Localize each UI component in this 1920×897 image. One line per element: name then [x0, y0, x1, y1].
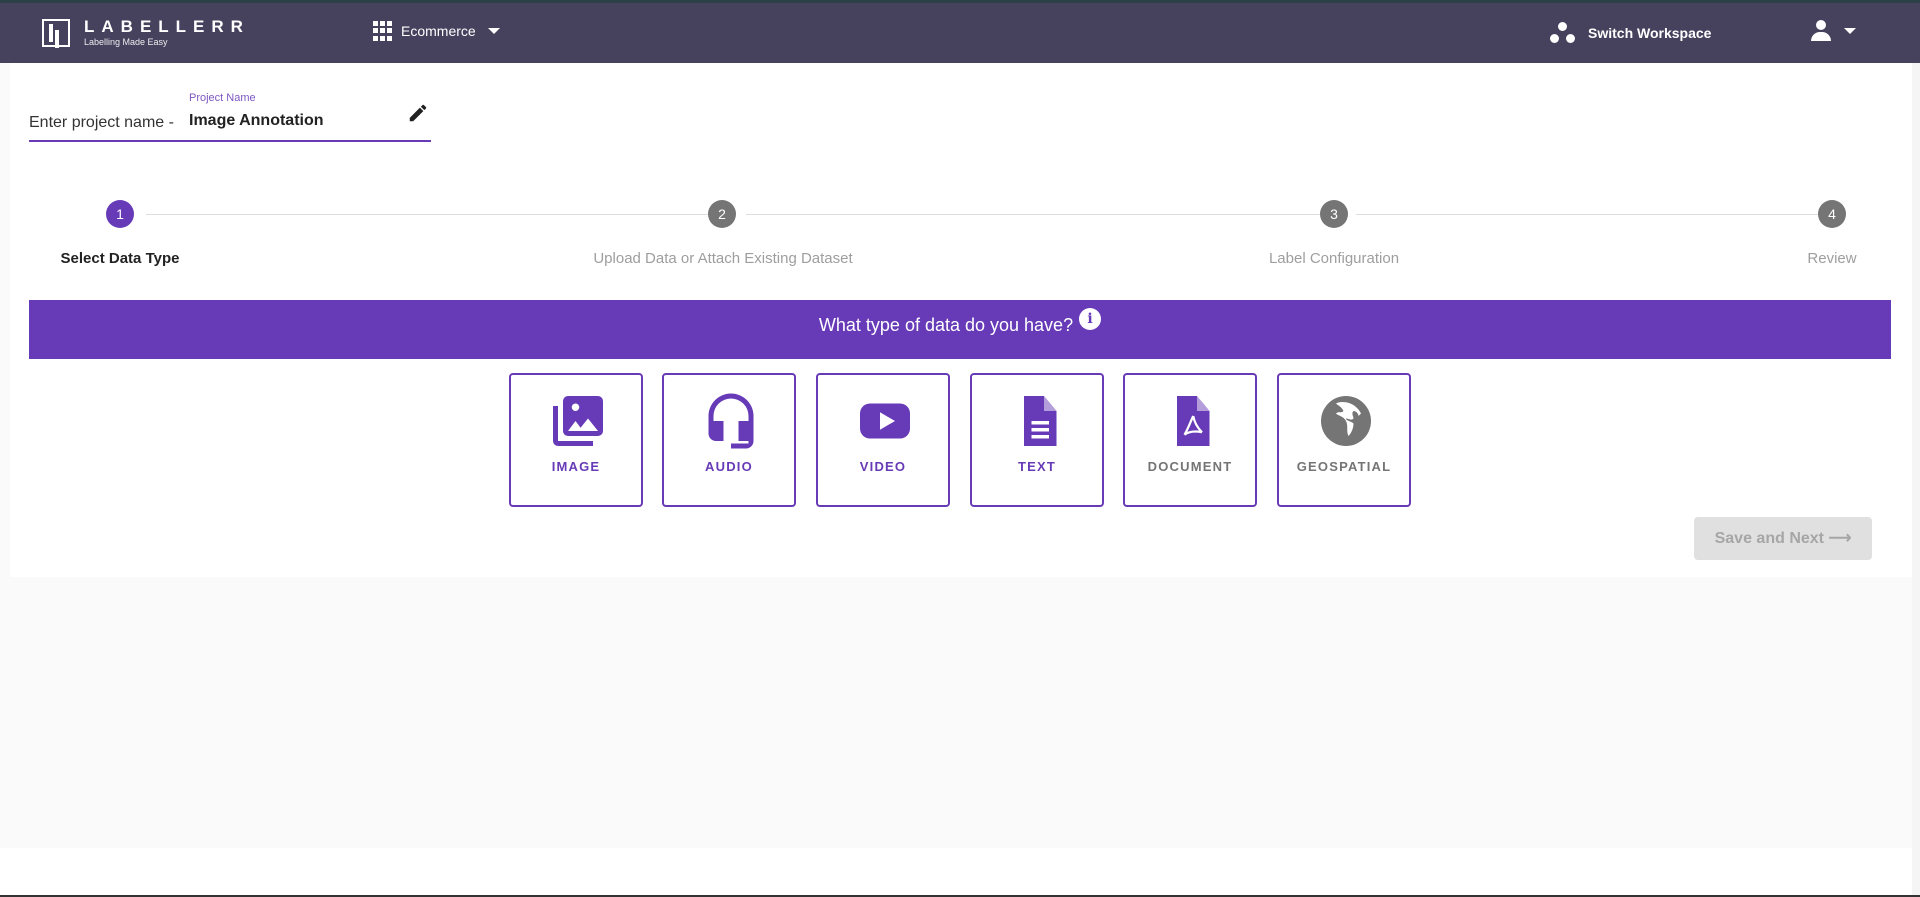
- project-name-field: Enter project name - Project Name: [29, 90, 431, 142]
- switch-workspace-button[interactable]: Switch Workspace: [1550, 22, 1711, 44]
- save-and-next-label: Save and Next: [1714, 530, 1824, 547]
- step-connector: [1356, 214, 1818, 215]
- step-2-label: Upload Data or Attach Existing Dataset: [593, 250, 853, 267]
- step-4-circle[interactable]: 4: [1818, 200, 1846, 228]
- globe-icon: [1321, 396, 1371, 446]
- text-file-icon: [1024, 396, 1057, 446]
- data-type-banner: What type of data do you have? i: [29, 300, 1891, 359]
- step-1-label: Select Data Type: [60, 250, 180, 267]
- data-type-label: IMAGE: [551, 459, 601, 474]
- data-type-video[interactable]: VIDEO: [816, 373, 950, 507]
- data-type-document[interactable]: DOCUMENT: [1123, 373, 1257, 507]
- switch-workspace-label: Switch Workspace: [1588, 25, 1712, 41]
- data-type-image[interactable]: IMAGE: [509, 373, 643, 507]
- play-video-icon: [860, 403, 910, 439]
- data-type-label: VIDEO: [859, 459, 907, 474]
- data-type-text[interactable]: TEXT: [970, 373, 1104, 507]
- workspace-name: Ecommerce: [401, 23, 476, 39]
- chevron-down-icon: [487, 28, 500, 34]
- logo-mark-icon: [42, 19, 70, 47]
- step-2-circle[interactable]: 2: [708, 200, 736, 228]
- data-type-label: DOCUMENT: [1147, 459, 1233, 474]
- step-3-circle[interactable]: 3: [1320, 200, 1348, 228]
- data-type-geospatial[interactable]: GEOSPATIAL: [1277, 373, 1411, 507]
- banner-question: What type of data do you have?: [818, 315, 1074, 335]
- arrow-right-icon: ⟶: [1828, 530, 1852, 547]
- project-name-input[interactable]: [189, 112, 419, 130]
- workspace-selector[interactable]: Ecommerce: [373, 21, 500, 41]
- logo-tagline: Labelling Made Easy: [84, 37, 168, 47]
- scrollbar-track[interactable]: [1912, 63, 1920, 897]
- labellerr-logo[interactable]: LABELLERR Labelling Made Easy: [42, 18, 250, 48]
- user-menu[interactable]: [1810, 20, 1856, 42]
- workspaces-icon: [1550, 22, 1576, 44]
- step-connector: [146, 214, 708, 215]
- step-4-label: Review: [1807, 250, 1857, 267]
- footer-area: [0, 848, 1912, 895]
- data-type-audio[interactable]: AUDIO: [662, 373, 796, 507]
- step-connector: [746, 214, 1320, 215]
- step-1-circle[interactable]: 1: [106, 200, 134, 228]
- image-collection-icon: [553, 396, 603, 446]
- logo-name: LABELLERR: [84, 17, 250, 36]
- project-name-prefix: Enter project name -: [29, 114, 174, 131]
- project-name-label: Project Name: [189, 92, 256, 104]
- data-type-label: TEXT: [1017, 459, 1057, 474]
- chevron-down-icon: [1844, 28, 1856, 34]
- app-header: LABELLERR Labelling Made Easy Ecommerce …: [0, 3, 1920, 63]
- apps-grid-icon: [373, 21, 393, 41]
- save-and-next-button[interactable]: Save and Next ⟶: [1694, 517, 1872, 560]
- pdf-file-icon: [1177, 396, 1210, 446]
- data-type-label: AUDIO: [705, 459, 753, 474]
- edit-pencil-icon[interactable]: [407, 102, 429, 124]
- step-3-label: Label Configuration: [1268, 250, 1400, 267]
- user-icon: [1810, 20, 1832, 42]
- info-icon[interactable]: i: [1079, 308, 1102, 330]
- headset-icon: [708, 393, 754, 449]
- data-type-label: GEOSPATIAL: [1296, 459, 1392, 474]
